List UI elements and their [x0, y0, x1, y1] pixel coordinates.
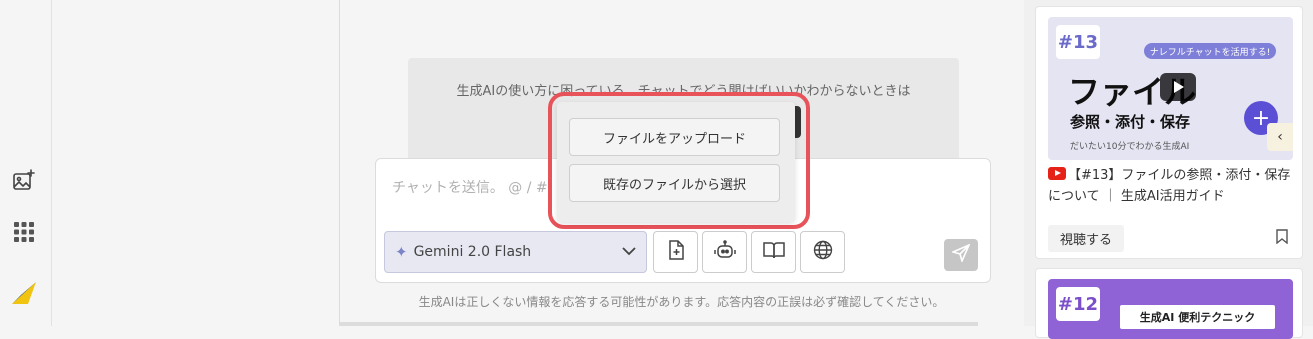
- scrollbar[interactable]: [340, 322, 978, 326]
- left-rail: [0, 0, 52, 326]
- next-video-card[interactable]: #12 生成AI 便利テクニック: [1035, 268, 1303, 339]
- episode-badge: #13: [1056, 25, 1100, 59]
- video-title[interactable]: 【#13】ファイルの参照・添付・保存について ｜ 生成AI活用ガイド: [1048, 165, 1293, 207]
- assistant-button[interactable]: [702, 231, 747, 273]
- recommend-column: #13 ナレフルチャットを活用する! ファイル 参照・添付・保存 だいたい10分…: [1024, 0, 1313, 339]
- send-icon: [950, 243, 971, 266]
- next-episode-badge: #12: [1056, 287, 1100, 321]
- attach-file-button[interactable]: [653, 231, 698, 273]
- thumbnail-note: だいたい10分でわかる生成AI: [1070, 142, 1190, 152]
- model-select[interactable]: ✦ Gemini 2.0 Flash: [384, 231, 647, 273]
- apps-grid-icon[interactable]: [11, 219, 37, 245]
- carousel-prev-button[interactable]: ‹: [1267, 123, 1293, 151]
- thumbnail-banner: ナレフルチャットを活用する!: [1144, 43, 1276, 59]
- side-panel: [53, 0, 339, 326]
- bookmark-icon[interactable]: [1274, 227, 1290, 245]
- select-existing-file-menu-item[interactable]: 既存のファイルから選択: [569, 164, 780, 202]
- send-button[interactable]: [944, 239, 978, 271]
- next-thumbnail-label: 生成AI 便利テクニック: [1120, 305, 1275, 329]
- sparkle-icon: ✦: [395, 243, 408, 261]
- globe-icon: [813, 240, 833, 264]
- image-sparkle-icon[interactable]: [11, 167, 37, 193]
- logo-icon[interactable]: [11, 280, 37, 306]
- video-thumbnail[interactable]: #13 ナレフルチャットを活用する! ファイル 参照・添付・保存 だいたい10分…: [1048, 17, 1293, 160]
- video-card[interactable]: #13 ナレフルチャットを活用する! ファイル 参照・添付・保存 だいたい10分…: [1035, 6, 1303, 259]
- attach-file-icon: [668, 240, 684, 264]
- video-title-text: 【#13】ファイルの参照・添付・保存について ｜ 生成AI活用ガイド: [1048, 168, 1291, 204]
- book-icon: [762, 241, 785, 263]
- model-select-label: Gemini 2.0 Flash: [413, 244, 532, 260]
- play-icon[interactable]: [1160, 73, 1196, 101]
- next-video-thumbnail[interactable]: #12 生成AI 便利テクニック: [1048, 279, 1293, 339]
- chat-input[interactable]: チャットを送信。 @ / #: [392, 177, 548, 197]
- chevron-down-icon: [622, 244, 636, 260]
- prompt-library-button[interactable]: [751, 231, 796, 273]
- upload-file-menu-item[interactable]: ファイルをアップロード: [569, 118, 780, 156]
- chevron-left-icon: ‹: [1277, 129, 1283, 145]
- thumbnail-subtitle: 参照・添付・保存: [1070, 113, 1191, 131]
- robot-icon: [713, 240, 736, 264]
- web-search-button[interactable]: [800, 231, 845, 273]
- disclaimer-text: 生成AIは正しくない情報を応答する可能性があります。応答内容の正誤は必ず確認して…: [418, 295, 945, 309]
- watch-button[interactable]: 視聴する: [1048, 225, 1125, 252]
- youtube-icon: [1048, 167, 1066, 180]
- upload-menu: ファイルをアップロード 既存のファイルから選択: [557, 102, 795, 222]
